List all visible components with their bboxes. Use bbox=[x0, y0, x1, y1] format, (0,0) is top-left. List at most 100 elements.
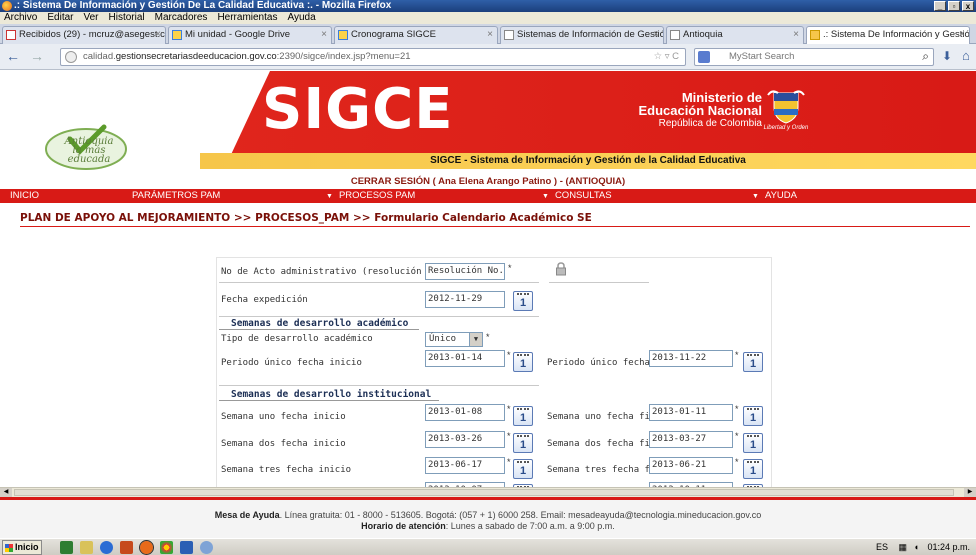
required-mark: * bbox=[735, 350, 739, 360]
menu-historial[interactable]: Historial bbox=[109, 12, 145, 24]
semana-uno-inicio-input[interactable]: 2013-01-08 bbox=[425, 404, 505, 421]
calendar-icon[interactable]: 1 bbox=[743, 433, 763, 453]
tab-antioquia[interactable]: Antioquia × bbox=[666, 26, 804, 44]
scroll-right-arrow-icon[interactable]: ▶ bbox=[964, 488, 976, 497]
semana-tres-inicio-input[interactable]: 2013-06-17 bbox=[425, 457, 505, 474]
home-icon[interactable]: ⌂ bbox=[962, 48, 970, 63]
url-bar[interactable]: calidad.gestionsecretariasdeeducacion.go… bbox=[60, 48, 686, 66]
periodo-inicio-label: Periodo único fecha inicio bbox=[221, 358, 362, 368]
menu-consultas[interactable]: ▼ CONSULTAS bbox=[542, 189, 612, 204]
calendar-icon[interactable]: 1 bbox=[743, 406, 763, 426]
back-arrow-icon[interactable]: ← bbox=[6, 48, 20, 64]
tab-close-icon[interactable]: × bbox=[321, 27, 327, 43]
start-button[interactable]: Inicio bbox=[2, 540, 42, 555]
menu-ver[interactable]: Ver bbox=[83, 12, 98, 24]
tab-label: .: Sistema De Información y Gestió... bbox=[823, 29, 970, 40]
calendar-icon[interactable]: 1 bbox=[513, 433, 533, 453]
menu-inicio[interactable]: INICIO bbox=[10, 189, 39, 203]
calendar-icon[interactable]: 1 bbox=[513, 406, 533, 426]
menu-herramientas[interactable]: Herramientas bbox=[217, 12, 277, 24]
word-icon[interactable] bbox=[180, 541, 193, 554]
antioquia-logo: Antioquia la más educada bbox=[42, 121, 142, 171]
banner-subtitle: SIGCE - Sistema de Información y Gestión… bbox=[200, 153, 976, 169]
network-icon[interactable]: ▦ bbox=[898, 542, 907, 552]
tab-label: Recibidos (29) - mcruz@asegest.co... bbox=[19, 29, 166, 40]
fecha-expedicion-input[interactable]: 2012-11-29 bbox=[425, 291, 505, 308]
search-input[interactable]: MyStart Search ⌕ bbox=[694, 48, 934, 66]
firefox-taskbar-icon[interactable] bbox=[139, 540, 154, 555]
powerpoint-icon[interactable] bbox=[120, 541, 133, 554]
tab-label: Sistemas de Información de Gestión... bbox=[517, 29, 664, 40]
semana-dos-fin-input[interactable]: 2013-03-27 bbox=[649, 431, 733, 448]
tipo-desarrollo-value: Único bbox=[429, 334, 457, 344]
scrollbar-thumb[interactable] bbox=[14, 489, 954, 496]
menu-parametros-pam[interactable]: PARÁMETROS PAM bbox=[132, 189, 220, 203]
language-indicator[interactable]: ES bbox=[876, 542, 888, 552]
forward-arrow-icon[interactable]: → bbox=[30, 48, 44, 64]
calendar-icon[interactable]: 1 bbox=[513, 459, 533, 479]
maximize-button[interactable]: ▫ bbox=[948, 1, 960, 11]
tab-sigce-active[interactable]: .: Sistema De Información y Gestió... × bbox=[806, 26, 970, 44]
tab-close-icon[interactable]: × bbox=[487, 27, 493, 43]
scroll-left-arrow-icon[interactable]: ◀ bbox=[0, 488, 12, 497]
folder-icon[interactable] bbox=[80, 541, 93, 554]
semana-uno-fin-input[interactable]: 2013-01-11 bbox=[649, 404, 733, 421]
tab-cronograma[interactable]: Cronograma SIGCE × bbox=[334, 26, 498, 44]
calendar-icon[interactable]: 1 bbox=[743, 352, 763, 372]
chevron-down-icon[interactable]: ▼ bbox=[469, 333, 482, 346]
close-window-button[interactable]: x bbox=[962, 1, 974, 11]
internet-explorer-icon[interactable] bbox=[100, 541, 113, 554]
semana-tres-fin-input[interactable]: 2013-06-21 bbox=[649, 457, 733, 474]
sigce-favicon bbox=[810, 30, 820, 40]
search-icon[interactable]: ⌕ bbox=[922, 48, 929, 64]
logout-link[interactable]: CERRAR SESIÓN ( Ana Elena Arango Patino … bbox=[0, 176, 976, 188]
menu-marcadores[interactable]: Marcadores bbox=[155, 12, 208, 24]
caret-down-icon: ▼ bbox=[542, 193, 549, 200]
calendar-icon[interactable]: 1 bbox=[513, 352, 533, 372]
calendario-form: No de Acto administrativo (resolución o … bbox=[216, 257, 772, 487]
menu-ayuda[interactable]: Ayuda bbox=[287, 12, 315, 24]
horizontal-scrollbar[interactable]: ◀ ▶ bbox=[0, 487, 976, 497]
tab-gmail[interactable]: Recibidos (29) - mcruz@asegest.co... × bbox=[2, 26, 166, 44]
colombia-coat-of-arms-icon: Libertad y Orden bbox=[764, 89, 808, 133]
semana-dos-inicio-input[interactable]: 2013-03-26 bbox=[425, 431, 505, 448]
mesa-ayuda-text: . Línea gratuita: 01 - 8000 - 513605. Bo… bbox=[279, 510, 762, 520]
calendar-icon-number: 1 bbox=[519, 465, 527, 477]
acto-input[interactable]: Resolución No. 0668 bbox=[425, 263, 505, 280]
required-mark: * bbox=[507, 457, 511, 467]
periodo-fin-input[interactable]: 2013-11-22 bbox=[649, 350, 733, 367]
search-engine-icon[interactable] bbox=[698, 51, 710, 63]
site-identity-icon[interactable] bbox=[65, 51, 77, 63]
periodo-inicio-input[interactable]: 2013-01-14 bbox=[425, 350, 505, 367]
menu-procesos-pam[interactable]: ▼ PROCESOS PAM bbox=[326, 189, 415, 204]
row-divider bbox=[219, 282, 539, 283]
app-icon[interactable] bbox=[200, 541, 213, 554]
tab-sistemas-informacion[interactable]: Sistemas de Información de Gestión... × bbox=[500, 26, 664, 44]
firefox-icon bbox=[2, 1, 12, 11]
volume-icon[interactable]: ◖ bbox=[914, 542, 919, 552]
semana-uno-inicio-label: Semana uno fecha inicio bbox=[221, 412, 346, 422]
bookmark-star-icon[interactable]: ☆ ▿ C bbox=[654, 49, 679, 65]
menu-label: AYUDA bbox=[764, 190, 797, 201]
chrome-icon[interactable] bbox=[160, 541, 173, 554]
tab-close-icon[interactable]: × bbox=[959, 27, 965, 43]
tab-close-icon[interactable]: × bbox=[793, 27, 799, 43]
menu-archivo[interactable]: Archivo bbox=[4, 12, 37, 24]
menu-ayuda[interactable]: ▼ AYUDA bbox=[752, 189, 797, 204]
download-icon[interactable]: ⬇ bbox=[942, 49, 952, 63]
tab-close-icon[interactable]: × bbox=[155, 27, 161, 43]
semana-uno-fin-label: Semana uno fecha fin bbox=[547, 412, 656, 422]
calendar-icon[interactable]: 1 bbox=[743, 459, 763, 479]
tipo-desarrollo-select[interactable]: Único ▼ bbox=[425, 332, 483, 347]
tab-google-drive[interactable]: Mi unidad - Google Drive × bbox=[168, 26, 332, 44]
minimize-button[interactable]: _ bbox=[934, 1, 946, 11]
calendar-icon[interactable]: 1 bbox=[513, 291, 533, 311]
row-divider bbox=[219, 316, 539, 317]
menu-editar[interactable]: Editar bbox=[47, 12, 73, 24]
horario-text: : Lunes a sabado de 7:00 a.m. a 9:00 p.m… bbox=[445, 521, 615, 531]
fecha-expedicion-label: Fecha expedición bbox=[221, 295, 308, 305]
page-icon bbox=[670, 30, 680, 40]
required-mark: * bbox=[735, 457, 739, 467]
excel-icon[interactable] bbox=[60, 541, 73, 554]
tab-close-icon[interactable]: × bbox=[653, 27, 659, 43]
